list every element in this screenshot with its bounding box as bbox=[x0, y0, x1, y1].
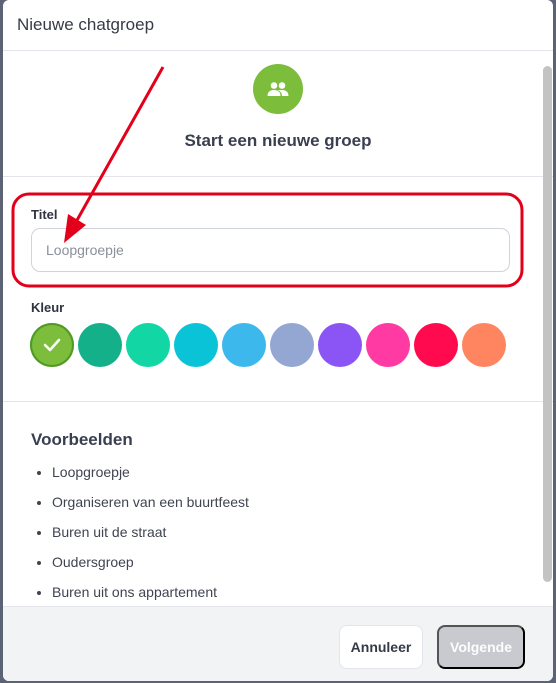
color-swatch[interactable] bbox=[366, 323, 410, 367]
color-label: Kleur bbox=[31, 300, 65, 315]
color-swatch[interactable] bbox=[78, 323, 122, 367]
list-item: Buren uit de straat bbox=[52, 522, 553, 552]
hero-title: Start een nieuwe groep bbox=[184, 131, 372, 150]
title-label: Titel bbox=[31, 207, 58, 222]
dialog-footer: Annuleer Volgende bbox=[3, 606, 553, 681]
cancel-button[interactable]: Annuleer bbox=[339, 625, 423, 669]
list-item: Organiseren van een buurtfeest bbox=[52, 492, 553, 522]
examples-section: Voorbeelden Loopgroepje Organiseren van … bbox=[3, 402, 553, 606]
dialog-body[interactable]: Start een nieuwe groep Titel Kleur Voorb… bbox=[3, 51, 553, 606]
title-input[interactable] bbox=[31, 228, 510, 272]
group-icon bbox=[253, 64, 303, 114]
new-chatgroup-dialog: Nieuwe chatgroep Start een nieuwe groep … bbox=[3, 0, 553, 681]
dialog-title: Nieuwe chatgroep bbox=[17, 15, 155, 34]
list-item: Loopgroepje bbox=[52, 462, 553, 492]
check-icon bbox=[43, 338, 61, 352]
scrollbar-thumb[interactable] bbox=[543, 66, 552, 582]
color-swatch[interactable] bbox=[30, 323, 74, 367]
color-swatch[interactable] bbox=[414, 323, 458, 367]
examples-list: Loopgroepje Organiseren van een buurtfee… bbox=[31, 462, 553, 606]
color-swatches bbox=[30, 323, 506, 367]
list-item: Buren uit ons appartement bbox=[52, 582, 553, 606]
dialog-header: Nieuwe chatgroep bbox=[3, 0, 553, 51]
examples-heading: Voorbeelden bbox=[31, 430, 133, 449]
list-item: Oudersgroep bbox=[52, 552, 553, 582]
hero-section: Start een nieuwe groep bbox=[3, 51, 553, 177]
color-swatch[interactable] bbox=[222, 323, 266, 367]
color-swatch[interactable] bbox=[174, 323, 218, 367]
form-section: Titel Kleur bbox=[3, 177, 553, 402]
color-swatch[interactable] bbox=[270, 323, 314, 367]
color-swatch[interactable] bbox=[462, 323, 506, 367]
next-button[interactable]: Volgende bbox=[437, 625, 525, 669]
color-swatch[interactable] bbox=[126, 323, 170, 367]
color-swatch[interactable] bbox=[318, 323, 362, 367]
